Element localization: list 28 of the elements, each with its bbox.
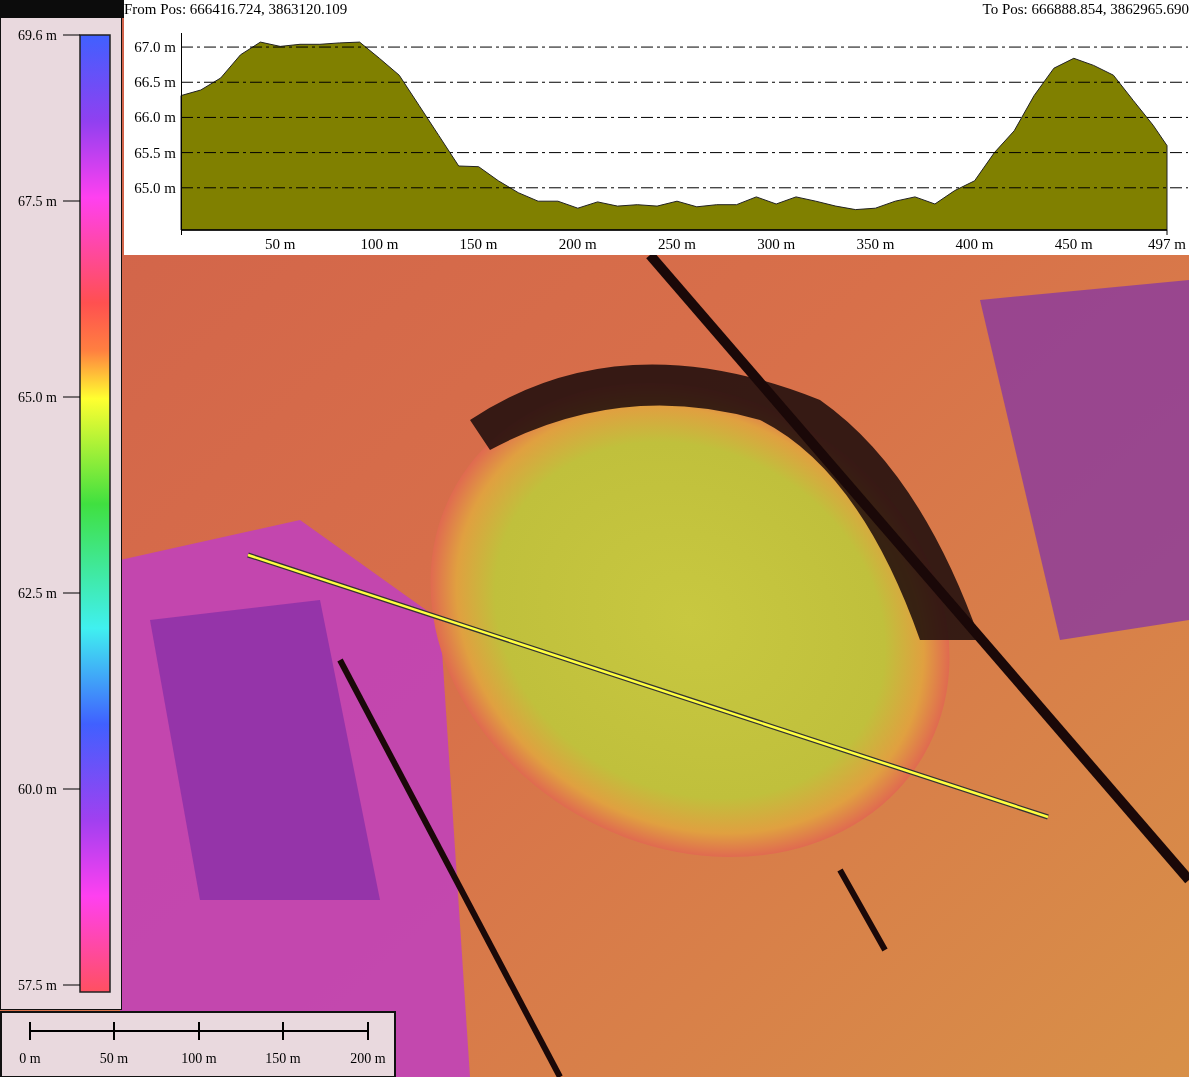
legend-tick-label: 60.0 m: [18, 782, 57, 797]
from-position-label: From Pos: 666416.724, 3863120.109: [124, 0, 348, 18]
y-tick-label: 66.5 m: [134, 74, 176, 91]
scale-label: 100 m: [181, 1051, 217, 1066]
legend-tick-label: 67.5 m: [18, 194, 57, 209]
y-tick-label: 67.0 m: [134, 39, 176, 56]
y-tick-label: 66.0 m: [134, 109, 176, 126]
legend-tick-label: 65.0 m: [18, 390, 57, 405]
x-tick-label: 300 m: [757, 236, 796, 252]
legend-tick-label: 69.6 m: [18, 28, 57, 43]
x-tick-label: 450 m: [1054, 236, 1093, 252]
legend-tick-label: 62.5 m: [18, 586, 57, 601]
x-tick-label: 250 m: [658, 236, 696, 252]
y-tick-label: 65.0 m: [134, 179, 176, 196]
legend-tick-label: 57.5 m: [18, 978, 57, 993]
scale-label: 50 m: [99, 1051, 129, 1066]
x-tick-label: 100 m: [360, 236, 399, 252]
scale-label: 150 m: [265, 1051, 301, 1066]
scale-label: 200 m: [350, 1051, 386, 1066]
x-tick-label: 400 m: [955, 236, 994, 252]
x-tick-label: 150 m: [459, 236, 498, 252]
to-position-label: To Pos: 666888.854, 3862965.690: [982, 0, 1189, 18]
x-tick-label: 50 m: [265, 236, 296, 252]
y-tick-label: 65.5 m: [134, 144, 176, 161]
x-tick-label: 497 m: [1148, 236, 1186, 252]
scale-label: 0 m: [19, 1051, 41, 1066]
x-tick-label: 200 m: [558, 236, 597, 252]
x-tick-label: 350 m: [856, 236, 895, 252]
